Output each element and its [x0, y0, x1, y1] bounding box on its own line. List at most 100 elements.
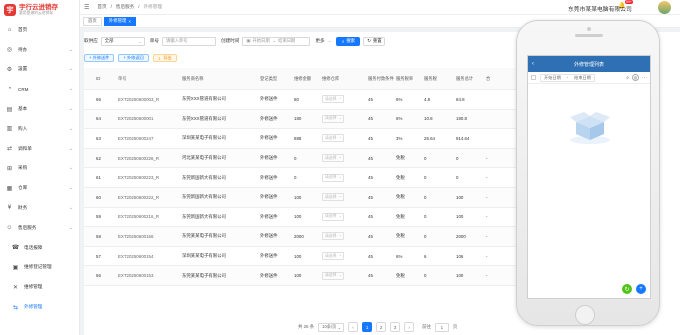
tab-home[interactable]: 首页	[83, 16, 102, 26]
menu-toggle-icon[interactable]: ☰	[84, 4, 89, 11]
sidebar-subitem-1[interactable]: ▣ 维修登记管理	[0, 258, 79, 278]
sidebar-item-5[interactable]: ▥ 购入 ⌄	[0, 119, 79, 139]
warehouse-select[interactable]: 请选择	[322, 232, 344, 241]
table-cell: 外修送件	[260, 115, 278, 121]
sidebar-subitem-3[interactable]: ⇆ 外修管理	[0, 297, 79, 317]
warehouse-select[interactable]: 请选择	[322, 154, 344, 163]
table-cell: EXT20250600226_R	[118, 155, 160, 161]
table-cell: 45	[368, 233, 373, 239]
sidebar-item-0[interactable]: ⌂ 首页	[0, 20, 79, 40]
sidebar-item-7[interactable]: ⊞ 采购 ⌄	[0, 159, 79, 179]
sidebar-item-label: 采购	[18, 165, 28, 171]
reset-button[interactable]: ↻ 重置	[363, 36, 386, 46]
home-icon: ⌂	[7, 26, 12, 33]
export-button[interactable]: ⇩ 导出	[152, 54, 177, 62]
mobile-checkbox[interactable]	[531, 75, 536, 80]
sidebar-item-2[interactable]: ⚙ 設置 ⌄	[0, 60, 79, 80]
sidebar-item-label: 购入	[18, 125, 28, 131]
table-cell: 914.64	[456, 135, 470, 141]
phone-camera	[587, 27, 591, 31]
warehouse-select[interactable]: 请选择	[322, 212, 344, 221]
table-cell: 45	[368, 273, 373, 279]
page-2-button[interactable]: 2	[376, 322, 387, 332]
table-cell: 45	[368, 96, 373, 102]
sidebar-item-8[interactable]: ▦ 仓库 ⌄	[0, 178, 79, 198]
phone-screen: ‹ 外修管理列表 开始日期 - 结束日期 ⌕ ◎ ⋯ ↻ +	[527, 55, 651, 299]
sidebar-subitem-0[interactable]: ☎ 电话报障	[0, 238, 79, 258]
chevron-down-icon[interactable]: ⌄	[328, 38, 332, 44]
sidebar-item-6[interactable]: ⇄ 调和单 ⌄	[0, 139, 79, 159]
table-cell: 888	[294, 135, 302, 141]
goto-page-input[interactable]: 1	[434, 322, 449, 332]
tab-outsource[interactable]: 外修管理 ×	[103, 16, 136, 26]
warehouse-select[interactable]: 请选择	[322, 95, 344, 104]
table-cell: EXT20250600003_R	[118, 96, 160, 102]
search-icon[interactable]: ⌕	[626, 75, 629, 81]
warehouse-cell: 请选择	[320, 193, 366, 202]
back-icon[interactable]: ‹	[532, 61, 534, 67]
more-toggle[interactable]: 更多	[315, 38, 324, 44]
table-cell: 东莞XXX管道有限公司	[182, 115, 226, 121]
warehouse-select[interactable]: 请选择	[322, 173, 344, 182]
breadcrumb: 首页 / 售后服务 / 外修管理	[97, 4, 162, 10]
table-cell: 免税	[396, 272, 405, 278]
sidebar-item-4[interactable]: ▤ 基本 ⌄	[0, 99, 79, 119]
table-cell: 0	[456, 175, 459, 181]
sidebar-item-label: 售后服务	[18, 224, 37, 230]
mobile-date-range[interactable]: 开始日期 - 结束日期	[540, 73, 595, 82]
filter-icon[interactable]: ◎	[632, 74, 639, 81]
table-cell: 0	[424, 155, 427, 161]
supplier-select[interactable]: 全部 ⌄	[100, 36, 145, 46]
warehouse-select[interactable]: 请选择	[322, 271, 344, 280]
bell-icon[interactable]: 🔔 99+	[618, 0, 633, 9]
sidebar-subitem-label: 维修登记管理	[24, 264, 52, 270]
table-cell: 26.64	[424, 135, 435, 141]
table-cell: 6%	[396, 253, 403, 259]
chevron-down-icon: ⌄	[138, 38, 142, 44]
table-cell: 外修送件	[260, 96, 278, 102]
table-cell: 45	[368, 175, 373, 181]
search-button[interactable]: ⌕ 搜索	[336, 36, 361, 46]
warehouse-select[interactable]: 请选择	[322, 252, 344, 261]
warehouse-select[interactable]: 请选择	[322, 134, 344, 143]
table-cell: -	[486, 155, 488, 161]
sidebar-item-10[interactable]: ☺ 售后服务 ⌄	[0, 218, 79, 238]
prev-page-button[interactable]: ‹	[348, 322, 359, 332]
table-cell: EXT20250600156	[118, 233, 154, 239]
avatar[interactable]	[658, 1, 671, 14]
date-range-picker[interactable]: ▣ 开始日期 ~ 结束日期	[242, 36, 311, 46]
sidebar-item-1[interactable]: ◎ 待办 ⌄	[0, 40, 79, 60]
warehouse-select[interactable]: 请选择	[322, 193, 344, 202]
return-outsource-button[interactable]: + 外修返回	[118, 54, 149, 62]
refresh-fab[interactable]: ↻	[622, 284, 632, 294]
number-input[interactable]: 请输入单号	[162, 36, 216, 46]
breadcrumb-home[interactable]: 首页	[97, 4, 106, 10]
table-cell: 外修送件	[260, 155, 278, 161]
adjust-icon: ⇄	[6, 146, 13, 153]
sidebar-item-3[interactable]: ◔ CRM ⌄	[0, 79, 79, 99]
sidebar-subitem-label: 维修管理	[24, 284, 43, 290]
sidebar-subitem-label: 外修管理	[24, 304, 43, 310]
sidebar-item-label: 调和单	[18, 145, 32, 151]
close-icon[interactable]: ×	[128, 19, 131, 24]
breadcrumb-service[interactable]: 售后服务	[116, 4, 134, 10]
page-1-button[interactable]: 1	[362, 322, 373, 332]
table-cell: EXT20250600216_R	[118, 214, 160, 220]
topbar: ☰ 首页 / 售后服务 / 外修管理 东莞市某某电脑有限公司 🔔 99+	[80, 0, 680, 15]
todo-icon: ◎	[6, 47, 13, 54]
add-fab[interactable]: +	[636, 284, 646, 294]
warehouse-cell: 请选择	[320, 134, 366, 143]
warehouse-select[interactable]: 请选择	[322, 114, 344, 123]
purchase-icon: ▥	[6, 126, 13, 133]
table-cell: 60	[96, 194, 101, 200]
sidebar-subitem-2[interactable]: ✕ 维修管理	[0, 277, 79, 297]
table-cell: 59	[96, 214, 101, 220]
add-outsource-button[interactable]: + 外修送件	[84, 54, 115, 62]
service-icon: ☺	[6, 224, 13, 231]
page-3-button[interactable]: 3	[390, 322, 401, 332]
logo[interactable]: 宇 宇行云进销存 要用靠谱的云进销存	[0, 0, 79, 20]
page-size-select[interactable]: 10条/页 ⌄	[318, 322, 345, 332]
more-icon[interactable]: ⋯	[642, 75, 647, 81]
sidebar-item-9[interactable]: ¥ 財务 ⌄	[0, 198, 79, 218]
next-page-button[interactable]: ›	[404, 322, 415, 332]
